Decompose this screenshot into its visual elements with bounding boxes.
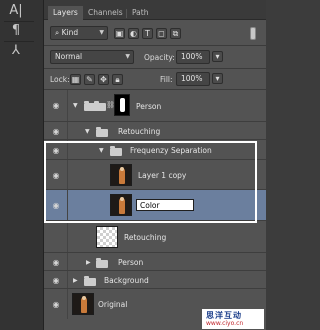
layer-thumbnail[interactable] [96,226,118,248]
layer-row-frequency-separation-group[interactable]: ◉ ▼ Frequenzy Separation [44,140,266,160]
lock-label: Lock: [50,75,70,84]
filter-kind-select[interactable]: ⌕ Kind ▼ [50,26,108,40]
blend-row: Normal ▼ Opacity: 100% ▾ [44,48,266,66]
layer-row-person-subgroup[interactable]: ◉ ▶ Person [44,253,266,271]
watermark-url: www.ciyo.cn [206,320,244,327]
chevron-down-icon: ▼ [125,53,130,60]
layer-thumbnail[interactable] [110,164,132,186]
fill-input[interactable]: 100% [176,72,210,86]
eye-icon[interactable]: ◉ [50,101,62,110]
shape-filter-icon[interactable]: ◻ [156,28,167,39]
layer-thumbnail[interactable] [110,194,132,216]
type-tool-icon[interactable]: A| [6,2,26,20]
folder-icon [96,127,108,137]
mask-silhouette [120,98,125,112]
watermark-logo: 思洋互动 www.ciyo.cn [202,309,264,329]
filter-toggle-switch[interactable] [250,27,256,40]
layer-row-person-group[interactable]: ◉ ▼ ⛓ Person [44,90,266,122]
visibility-column [44,221,68,252]
expand-triangle-icon[interactable]: ▼ [73,102,78,109]
fill-label: Fill: [160,75,173,84]
collapse-triangle-icon[interactable]: ▶ [73,277,78,284]
filter-row: ⌕ Kind ▼ ▣ ◐ T ◻ ⧉ [44,24,266,42]
layers-panel: Layers Channels Path ⌕ Kind ▼ ▣ ◐ T ◻ ⧉ … [44,0,266,330]
blend-mode-select[interactable]: Normal ▼ [50,50,134,64]
image-filter-icon[interactable]: ▣ [114,28,125,39]
eye-icon[interactable]: ◉ [50,127,62,136]
layer-list: ◉ ▼ ⛓ Person ◉ ▼ Retouching ◉ ▼ Frequenz… [44,90,266,330]
search-icon: ⌕ [55,28,60,37]
layer-row-retouching[interactable]: Retouching [44,221,266,253]
layer-row-color[interactable]: ◉ Color [44,190,266,221]
folder-icon [96,258,108,268]
divider [44,45,266,46]
layer-thumbnail[interactable] [72,293,94,315]
filter-kind-label: Kind [61,28,79,37]
layer-name: Frequenzy Separation [130,146,212,155]
paragraph-icon[interactable]: ¶ [6,22,26,40]
chevron-down-icon: ▼ [99,29,104,36]
figure-head [120,197,124,201]
lock-position-icon[interactable]: ✥ [98,74,109,85]
folder-icon [94,101,106,111]
divider [44,68,266,69]
eye-icon[interactable]: ◉ [50,258,62,267]
tab-layers[interactable]: Layers [48,6,83,20]
layer-row-background-group[interactable]: ◉ ▶ Background [44,271,266,289]
expand-triangle-icon[interactable]: ▼ [85,128,90,135]
folder-icon [110,146,122,156]
layer-name: Background [104,276,149,285]
tab-channels[interactable]: Channels [83,6,128,20]
opacity-input[interactable]: 100% [176,50,210,64]
opacity-dropdown-icon[interactable]: ▾ [212,51,223,62]
eye-icon[interactable]: ◉ [50,276,62,285]
opacity-label: Opacity: [144,53,175,62]
folder-icon [84,276,96,286]
layer-name: Person [118,258,144,267]
layer-name: Person [136,102,162,111]
lock-all-icon[interactable]: 🔒︎ [112,74,123,85]
fill-dropdown-icon[interactable]: ▾ [212,73,223,84]
layer-name: Original [98,300,128,309]
layer-row-layer-1-copy[interactable]: ◉ Layer 1 copy [44,160,266,190]
eye-icon[interactable]: ◉ [50,300,62,309]
eye-icon[interactable]: ◉ [50,146,62,155]
adjustment-filter-icon[interactable]: ◐ [128,28,139,39]
lock-row: Lock: ▦ ✎ ✥ 🔒︎ Fill: 100% ▾ [44,70,266,88]
left-toolbar: A| ¶ ⅄ [0,0,44,330]
layer-name: Layer 1 copy [138,171,187,180]
smart-object-filter-icon[interactable]: ⧉ [170,28,181,39]
collapse-triangle-icon[interactable]: ▶ [86,259,91,266]
blend-mode-value: Normal [55,52,83,61]
lock-pixels-icon[interactable]: ✎ [84,74,95,85]
lock-transparency-icon[interactable]: ▦ [70,74,81,85]
type-filter-icon[interactable]: T [142,28,153,39]
layer-mask-thumbnail[interactable] [114,94,130,116]
expand-triangle-icon[interactable]: ▼ [99,147,104,154]
panel-tab-bar: Layers Channels Path [44,0,266,20]
eye-icon[interactable]: ◉ [50,201,62,210]
tool-presets-icon[interactable]: ⅄ [6,42,26,60]
eye-icon[interactable]: ◉ [50,171,62,180]
layer-name: Retouching [124,233,167,242]
layer-name: Retouching [118,127,161,136]
figure-head [82,296,86,300]
tab-path[interactable]: Path [127,6,153,20]
layer-name-input[interactable]: Color [136,199,194,211]
figure-head [120,167,124,171]
layer-row-retouching-group[interactable]: ◉ ▼ Retouching [44,122,266,140]
